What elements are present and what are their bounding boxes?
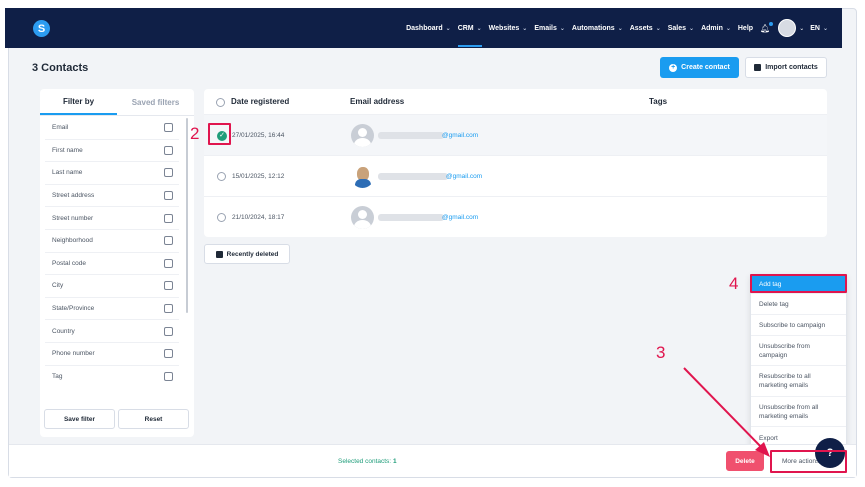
annotation-arrow <box>683 367 770 457</box>
